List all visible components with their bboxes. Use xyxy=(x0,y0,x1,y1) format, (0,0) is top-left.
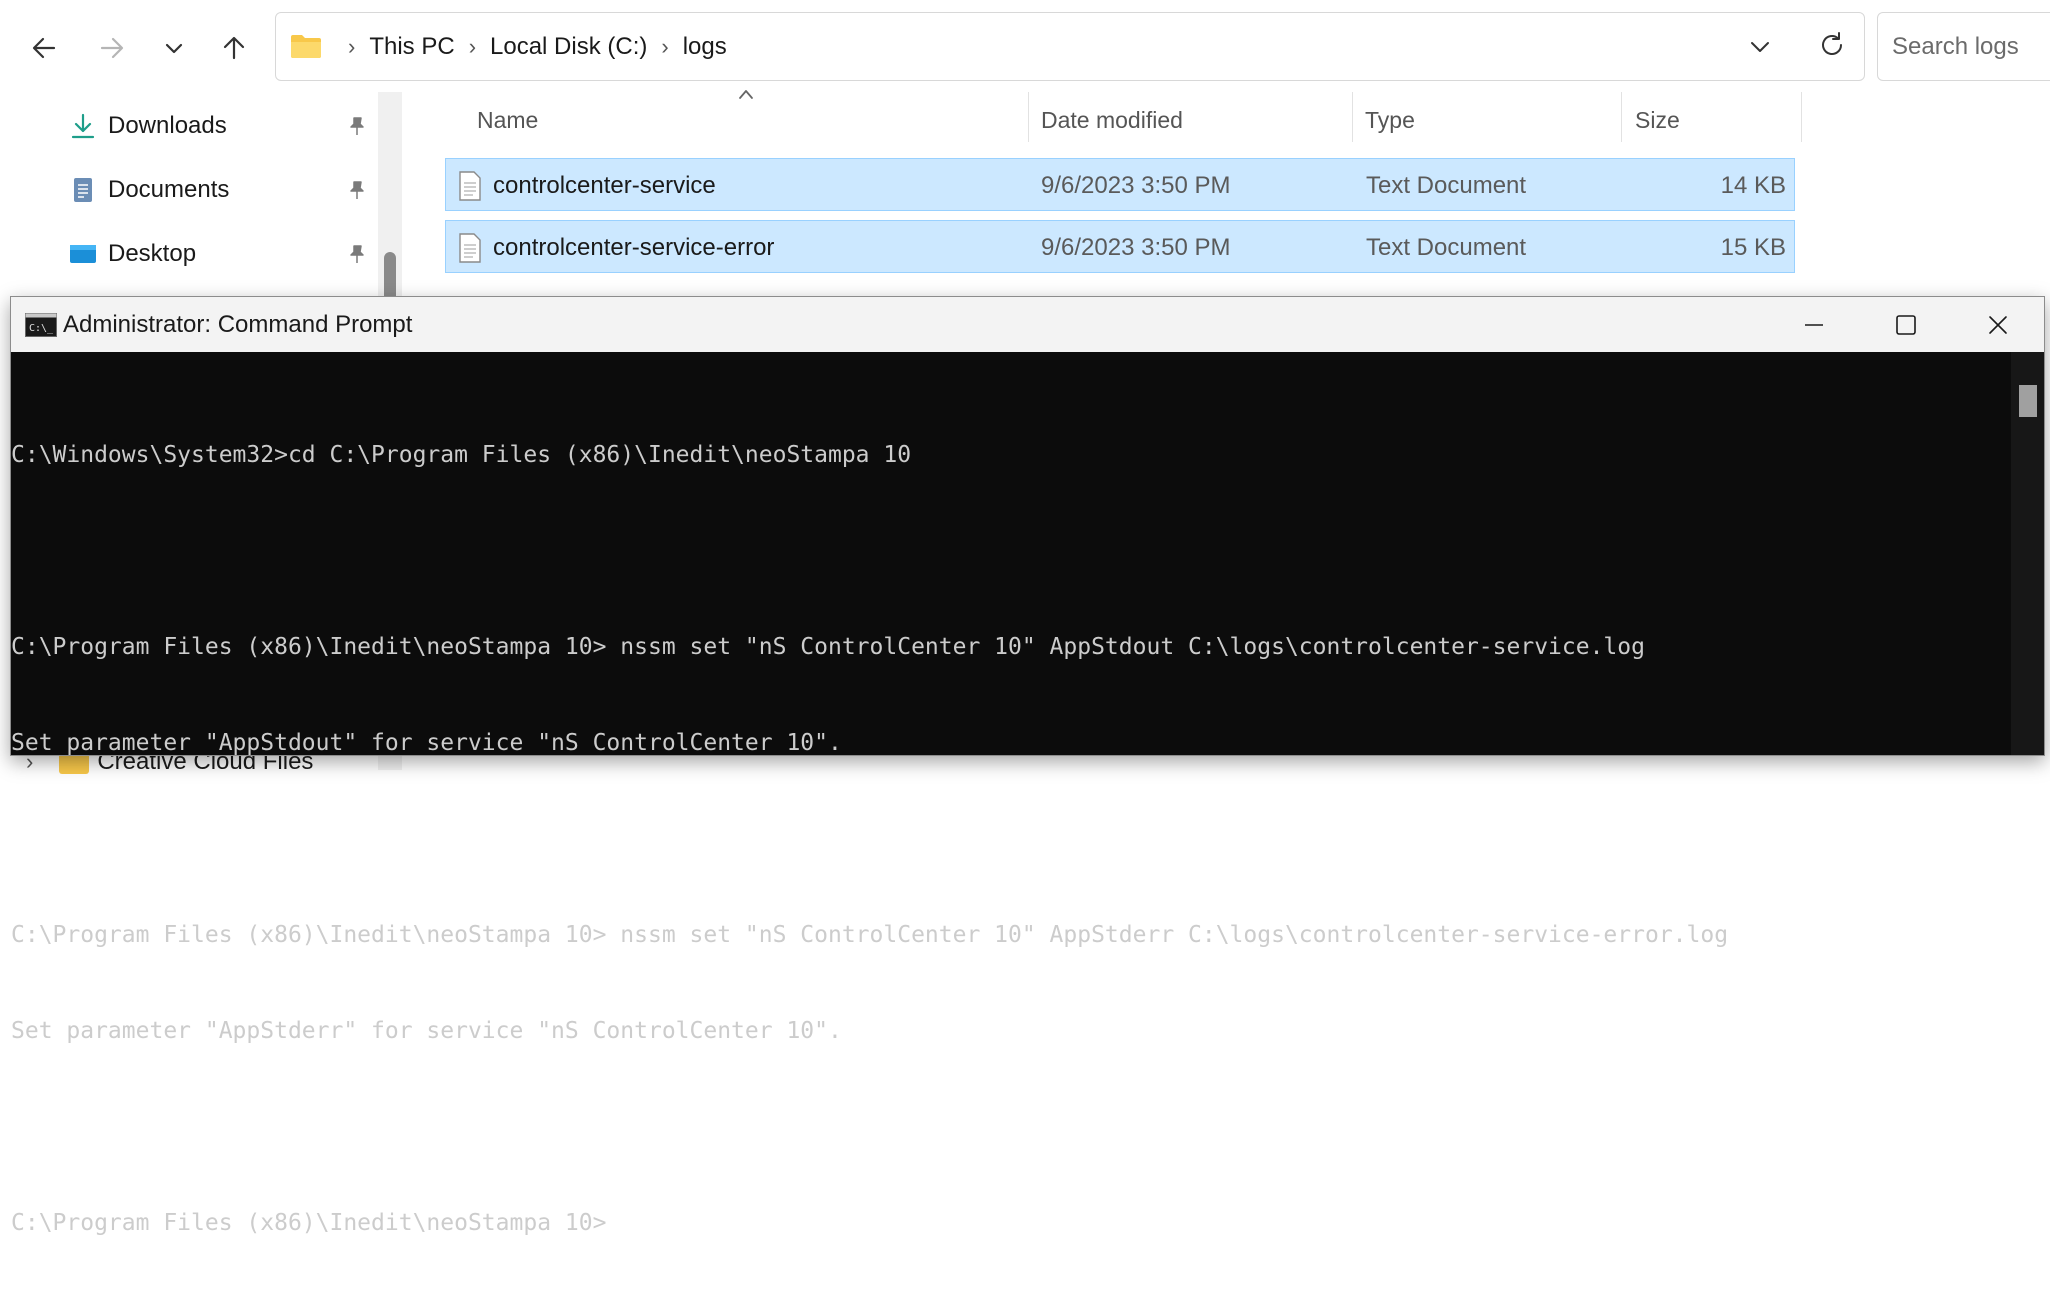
breadcrumb-this-pc[interactable]: This PC xyxy=(367,33,456,61)
close-icon xyxy=(1989,315,2007,334)
download-icon xyxy=(66,109,100,143)
arrow-up-icon xyxy=(223,36,245,60)
maximize-button[interactable] xyxy=(1860,297,1952,352)
sort-ascending-icon xyxy=(739,90,753,99)
command-prompt-window: C:\_ Administrator: Command Prompt C:\Wi… xyxy=(10,296,2045,1236)
pin-icon[interactable] xyxy=(346,243,368,265)
file-name: controlcenter-service-error xyxy=(493,233,775,261)
console-line: C:\Windows\System32>cd C:\Program Files … xyxy=(11,442,912,468)
console-prompt-line[interactable]: C:\Program Files (x86)\Inedit\neoStampa … xyxy=(11,1207,2009,1239)
title-bar[interactable]: C:\_ Administrator: Command Prompt xyxy=(11,297,2044,352)
console-line: Set parameter "AppStdout" for service "n… xyxy=(11,730,842,756)
arrow-right-icon xyxy=(100,37,124,59)
sidebar-item-label: Desktop xyxy=(108,240,197,267)
minimize-icon xyxy=(1805,323,1823,326)
maximize-icon xyxy=(1896,314,1916,335)
console-line: C:\Program Files (x86)\Inedit\neoStampa … xyxy=(11,922,1729,948)
console-line: Set parameter "AppStderr" for service "n… xyxy=(11,1018,842,1044)
address-history-chevron-icon[interactable] xyxy=(1746,33,1774,61)
file-name: controlcenter-service xyxy=(493,171,716,199)
pin-icon[interactable] xyxy=(346,115,368,137)
chevron-right-icon[interactable]: › xyxy=(661,34,668,60)
file-size: 14 KB xyxy=(1720,171,1786,199)
file-date-modified: 9/6/2023 3:50 PM xyxy=(1041,171,1231,199)
search-placeholder: Search logs xyxy=(1892,33,2019,60)
column-divider[interactable] xyxy=(1352,92,1353,142)
documents-icon xyxy=(66,173,100,207)
up-button[interactable] xyxy=(214,28,254,68)
desktop-icon xyxy=(66,237,100,271)
column-divider[interactable] xyxy=(1028,92,1029,142)
svg-text:C:\_: C:\_ xyxy=(29,323,54,334)
breadcrumb: › This PC › Local Disk (C:) › logs xyxy=(336,13,729,80)
pin-icon[interactable] xyxy=(346,179,368,201)
console-scrollbar-thumb[interactable] xyxy=(2019,385,2037,417)
column-header-type[interactable]: Type xyxy=(1365,92,1415,148)
close-button[interactable] xyxy=(1952,297,2044,352)
sidebar-item-label: Downloads xyxy=(108,112,227,139)
file-size: 15 KB xyxy=(1720,233,1786,261)
sidebar-item-label: Documents xyxy=(108,176,230,203)
column-divider[interactable] xyxy=(1621,92,1622,142)
recent-locations-button[interactable] xyxy=(154,28,194,68)
chevron-right-icon[interactable]: › xyxy=(469,34,476,60)
forward-button[interactable] xyxy=(92,28,132,68)
folder-icon xyxy=(291,35,321,58)
file-row[interactable]: controlcenter-service 9/6/2023 3:50 PM T… xyxy=(445,158,1795,211)
sidebar-item-documents[interactable]: Documents xyxy=(66,165,376,215)
search-box[interactable]: Search logs xyxy=(1877,12,2050,81)
text-document-icon xyxy=(459,233,481,263)
breadcrumb-local-disk[interactable]: Local Disk (C:) xyxy=(488,33,649,61)
chevron-right-icon[interactable]: › xyxy=(348,34,355,60)
refresh-icon[interactable] xyxy=(1816,29,1848,61)
column-header-size[interactable]: Size xyxy=(1635,92,1680,148)
file-date-modified: 9/6/2023 3:50 PM xyxy=(1041,233,1231,261)
column-header-name[interactable]: Name xyxy=(477,92,538,148)
sidebar-item-desktop[interactable]: Desktop xyxy=(66,229,376,279)
file-type: Text Document xyxy=(1366,233,1527,261)
address-bar[interactable]: › This PC › Local Disk (C:) › logs xyxy=(275,12,1865,81)
back-button[interactable] xyxy=(24,28,64,68)
window-title: Administrator: Command Prompt xyxy=(63,310,413,338)
minimize-button[interactable] xyxy=(1768,297,1860,352)
command-prompt-icon: C:\_ xyxy=(25,313,57,337)
column-divider[interactable] xyxy=(1801,92,1802,142)
arrow-left-icon xyxy=(32,37,56,59)
file-row[interactable]: controlcenter-service-error 9/6/2023 3:5… xyxy=(445,220,1795,273)
chevron-down-icon xyxy=(165,43,183,54)
file-type: Text Document xyxy=(1366,171,1527,199)
text-document-icon xyxy=(459,171,481,201)
breadcrumb-logs[interactable]: logs xyxy=(681,33,729,61)
console-line: C:\Program Files (x86)\Inedit\neoStampa … xyxy=(11,634,1645,660)
sidebar-item-downloads[interactable]: Downloads xyxy=(66,101,376,151)
column-header-date-modified[interactable]: Date modified xyxy=(1041,92,1183,148)
console-output[interactable]: C:\Windows\System32>cd C:\Program Files … xyxy=(11,352,2009,1236)
